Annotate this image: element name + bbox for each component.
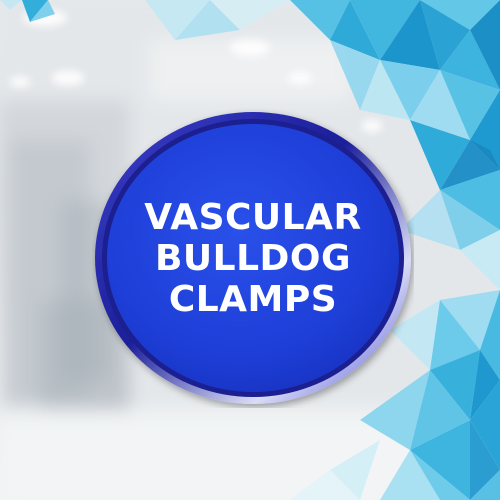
badge-title-line-3: CLAMPS (168, 278, 338, 320)
product-badge: VASCULAR BULLDOG CLAMPS (92, 108, 414, 408)
badge-title: VASCULAR BULLDOG CLAMPS (92, 108, 414, 408)
badge-title-line-2: BULLDOG (154, 237, 352, 279)
badge-title-line-1: VASCULAR (144, 196, 362, 238)
banner-canvas: VASCULAR BULLDOG CLAMPS (0, 0, 500, 500)
